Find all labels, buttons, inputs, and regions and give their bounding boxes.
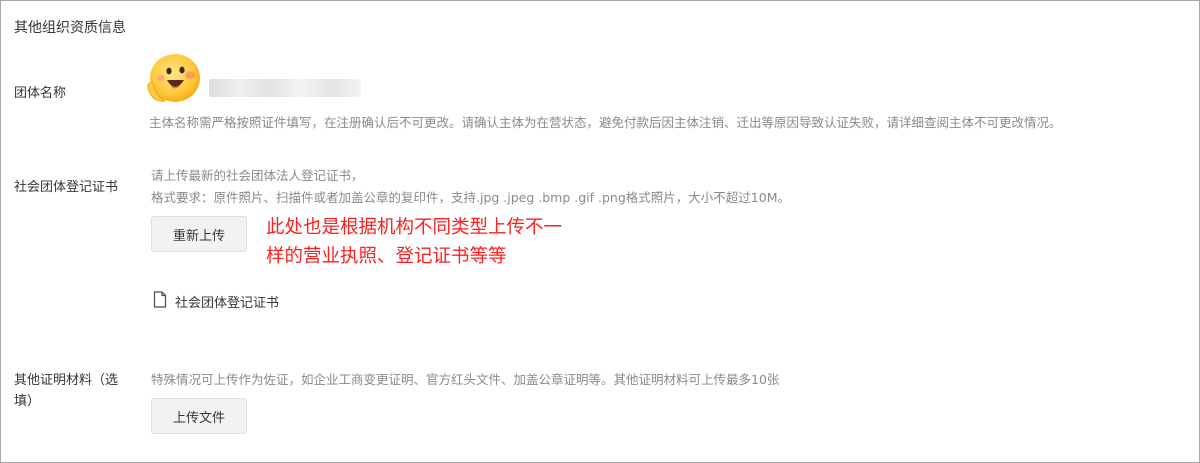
certificate-label: 社会团体登记证书 <box>14 180 119 195</box>
other-materials-label-line1: 其他证明材料（选 <box>14 373 119 388</box>
qualification-panel: 其他组织资质信息 团体名称 主体名称需严格按照证件填写，在注册确认后不可更改。请… <box>0 0 1200 463</box>
other-materials-label-line2: 填） <box>14 394 41 409</box>
annotation-line1: 此处也是根据机构不同类型上传不一 <box>266 217 563 238</box>
org-name-hint: 主体名称需严格按照证件填写，在注册确认后不可更改。请确认主体为在营状态，避免付款… <box>149 115 1062 130</box>
certificate-hint-line2: 格式要求：原件照片、扫描件或者加盖公章的复印件，支持.jpg .jpeg .bm… <box>151 190 790 205</box>
reupload-button[interactable]: 重新上传 <box>151 216 247 252</box>
section-title: 其他组织资质信息 <box>14 20 126 36</box>
uploaded-file-item[interactable]: 社会团体登记证书 <box>153 291 279 312</box>
org-name-label: 团体名称 <box>14 86 67 101</box>
annotation-line2: 样的营业执照、登记证书等等 <box>266 246 507 267</box>
other-materials-hint: 特殊情况可上传作为佐证，如企业工商变更证明、官方红头文件、加盖公章证明等。其他证… <box>151 372 780 387</box>
org-name-value-redacted[interactable] <box>209 79 361 97</box>
uploaded-file-name[interactable]: 社会团体登记证书 <box>175 292 279 311</box>
file-icon <box>153 291 167 312</box>
upload-file-button[interactable]: 上传文件 <box>151 398 247 434</box>
certificate-hint-line1: 请上传最新的社会团体法人登记证书， <box>151 168 364 183</box>
smiling-emoji-avatar-icon <box>145 51 209 107</box>
